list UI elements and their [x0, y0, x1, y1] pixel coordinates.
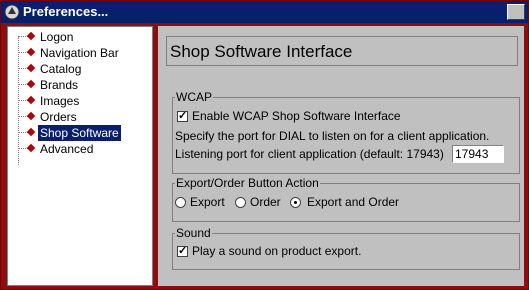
tree-item-label: Orders: [40, 110, 77, 124]
diamond-icon: [26, 47, 36, 57]
wcap-group: WCAP Enable WCAP Shop Software Interface…: [172, 90, 520, 174]
radio-export-and-order[interactable]: [290, 197, 301, 208]
diamond-icon: [26, 143, 36, 153]
enable-wcap-checkbox[interactable]: [177, 109, 188, 122]
port-label: Listening port for client application (d…: [175, 147, 444, 161]
diamond-icon: [26, 111, 36, 121]
radio-export[interactable]: [175, 197, 186, 208]
tree-item-label: Logon: [40, 30, 74, 44]
radio-order[interactable]: [235, 197, 246, 208]
tree-item-orders[interactable]: Orders: [8, 109, 148, 125]
export-order-legend: Export/Order Button Action: [176, 176, 319, 190]
sound-legend: Sound: [176, 226, 211, 240]
preferences-window: Preferences... Logon Navigation Bar Cata…: [0, 0, 529, 290]
tree-item-label: Catalog: [40, 62, 82, 76]
diamond-icon: [26, 63, 36, 73]
wcap-legend: WCAP: [176, 90, 212, 104]
tree-item-advanced[interactable]: Advanced: [8, 141, 148, 157]
tree-item-images[interactable]: Images: [8, 93, 148, 109]
radio-export-label[interactable]: Export: [190, 195, 225, 209]
diamond-icon: [26, 95, 36, 105]
window-title: Preferences...: [23, 4, 109, 19]
radio-order-label[interactable]: Order: [250, 195, 281, 209]
tree-item-label: Images: [40, 94, 80, 108]
export-order-group: Export/Order Button Action Export Order …: [172, 176, 520, 222]
diamond-icon: [26, 127, 36, 137]
app-icon: [4, 4, 20, 20]
play-sound-label[interactable]: Play a sound on product export.: [192, 244, 361, 258]
sound-group: Sound Play a sound on product export.: [172, 226, 520, 270]
radio-export-and-order-label[interactable]: Export and Order: [307, 195, 399, 209]
diamond-icon: [26, 31, 36, 41]
settings-panel: Shop Software Interface WCAP Enable WCAP…: [158, 26, 524, 286]
tree-item-shop-software[interactable]: Shop Software: [8, 124, 148, 142]
port-input[interactable]: [452, 145, 504, 163]
tree-item-label: Brands: [40, 78, 79, 92]
panel-header: Shop Software Interface: [166, 36, 518, 66]
tree-item-logon[interactable]: Logon: [8, 29, 148, 45]
title-bar[interactable]: Preferences...: [1, 1, 528, 23]
tree-item-brands[interactable]: Brands: [8, 77, 148, 93]
tree-item-label: Shop Software: [37, 124, 122, 142]
enable-wcap-label[interactable]: Enable WCAP Shop Software Interface: [192, 109, 401, 123]
tree-item-navigation-bar[interactable]: Navigation Bar: [8, 45, 148, 61]
wcap-description: Specify the port for DIAL to listen on f…: [175, 129, 490, 143]
tree-item-catalog[interactable]: Catalog: [8, 61, 148, 77]
play-sound-checkbox[interactable]: [177, 244, 188, 257]
category-tree: Logon Navigation Bar Catalog Brands Imag…: [7, 26, 153, 286]
close-button[interactable]: [507, 4, 525, 20]
panel-title: Shop Software Interface: [170, 42, 353, 61]
tree-item-label: Navigation Bar: [40, 46, 119, 60]
diamond-icon: [26, 79, 36, 89]
tree-item-label: Advanced: [40, 142, 94, 156]
